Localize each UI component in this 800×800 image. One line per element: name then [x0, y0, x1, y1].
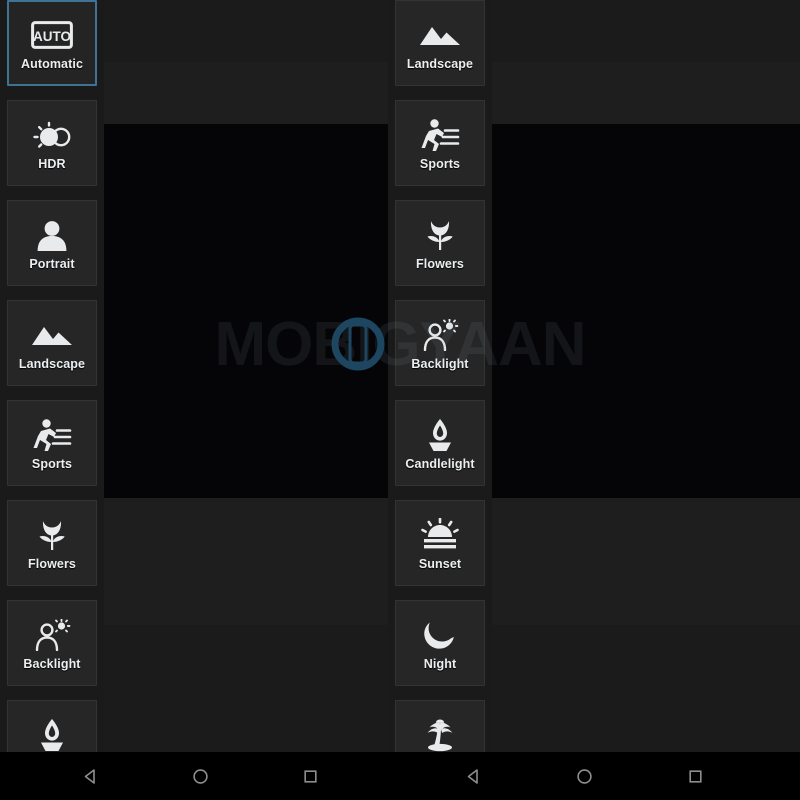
home-button-2[interactable]: [572, 764, 596, 788]
scene-mode-strip-right[interactable]: AUTOAutomaticHDRPortraitLandscapeSportsF…: [388, 0, 492, 752]
preview-bottom-bar-right: [488, 498, 800, 625]
back-triangle-icon: [82, 768, 99, 785]
scene-mode-item-sports[interactable]: Sports: [395, 100, 485, 186]
palm-tree-icon: [417, 715, 463, 752]
android-navigation-bars: [0, 752, 800, 800]
scene-mode-item-sunset[interactable]: Sunset: [395, 500, 485, 586]
scene-mode-label: Candlelight: [405, 457, 475, 471]
scene-mode-item-portrait[interactable]: Portrait: [7, 200, 97, 286]
home-circle-icon: [192, 768, 209, 785]
navbar-left: [0, 752, 388, 800]
scene-mode-item-flowers[interactable]: Flowers: [7, 500, 97, 586]
landscape-icon: [417, 15, 463, 55]
portrait-icon: [29, 215, 75, 255]
scene-mode-label: HDR: [38, 157, 66, 171]
scene-mode-item-automatic[interactable]: AUTO Automatic: [7, 0, 97, 86]
back-button-2[interactable]: [461, 764, 485, 788]
scene-mode-item-candlelight[interactable]: Candlelight: [7, 700, 97, 752]
recents-square-icon: [303, 769, 318, 784]
backlight-icon: [29, 615, 75, 655]
scene-mode-item-backlight[interactable]: Backlight: [7, 600, 97, 686]
preview-top-bar-right: [488, 62, 800, 124]
scene-mode-item-beach[interactable]: Beach: [395, 700, 485, 752]
scene-mode-label: Portrait: [29, 257, 75, 271]
scene-mode-label: Flowers: [28, 557, 76, 571]
backlight-icon: [417, 315, 463, 355]
left-phone-panel: AUTO Automatic HDR Portrait Landscape Sports F…: [0, 0, 388, 752]
camera-preview-right[interactable]: [488, 62, 800, 625]
right-phone-panel: AUTOAutomaticHDRPortraitLandscapeSportsF…: [388, 0, 800, 752]
scene-mode-item-night[interactable]: Night: [395, 600, 485, 686]
scene-mode-item-landscape[interactable]: Landscape: [395, 0, 485, 86]
scene-mode-label: Sunset: [418, 557, 462, 571]
svg-text:AUTO: AUTO: [33, 29, 71, 44]
composite-screenshot: AUTO Automatic HDR Portrait Landscape Sports F…: [0, 0, 800, 800]
scene-mode-item-hdr[interactable]: HDR: [7, 100, 97, 186]
flower-icon: [417, 215, 463, 255]
recents-button-2[interactable]: [683, 764, 707, 788]
flower-icon: [29, 515, 75, 555]
candle-icon: [29, 715, 75, 752]
scene-mode-label: Automatic: [20, 57, 83, 71]
scene-mode-strip-left[interactable]: AUTO Automatic HDR Portrait Landscape Sports F…: [0, 0, 104, 752]
scene-mode-item-sports[interactable]: Sports: [7, 400, 97, 486]
scene-mode-label: Night: [423, 657, 457, 671]
preview-top-bar-left: [104, 62, 388, 124]
navbar-right: [388, 752, 800, 800]
candle-icon: [417, 415, 463, 455]
hdr-icon: [29, 115, 75, 155]
scene-mode-label: Sports: [419, 157, 461, 171]
scene-mode-label: Sports: [31, 457, 73, 471]
scene-mode-label: Flowers: [416, 257, 464, 271]
home-button[interactable]: [188, 764, 212, 788]
sports-icon: [417, 115, 463, 155]
sports-icon: [29, 415, 75, 455]
home-circle-icon: [576, 768, 593, 785]
scene-mode-item-landscape[interactable]: Landscape: [7, 300, 97, 386]
camera-preview-left[interactable]: [104, 62, 388, 625]
recents-square-icon: [688, 769, 703, 784]
back-triangle-icon: [465, 768, 482, 785]
back-button[interactable]: [78, 764, 102, 788]
scene-mode-label: Backlight: [23, 657, 81, 671]
scene-mode-label: Landscape: [406, 57, 474, 71]
sunset-icon: [417, 515, 463, 555]
recents-button[interactable]: [298, 764, 322, 788]
scene-mode-item-backlight[interactable]: Backlight: [395, 300, 485, 386]
scene-mode-label: Backlight: [411, 357, 469, 371]
preview-bottom-bar-left: [104, 498, 388, 625]
moon-icon: [417, 615, 463, 655]
auto-badge-icon: AUTO: [29, 15, 75, 55]
landscape-icon: [29, 315, 75, 355]
scene-mode-item-flowers[interactable]: Flowers: [395, 200, 485, 286]
scene-mode-item-candlelight[interactable]: Candlelight: [395, 400, 485, 486]
scene-mode-label: Landscape: [18, 357, 86, 371]
